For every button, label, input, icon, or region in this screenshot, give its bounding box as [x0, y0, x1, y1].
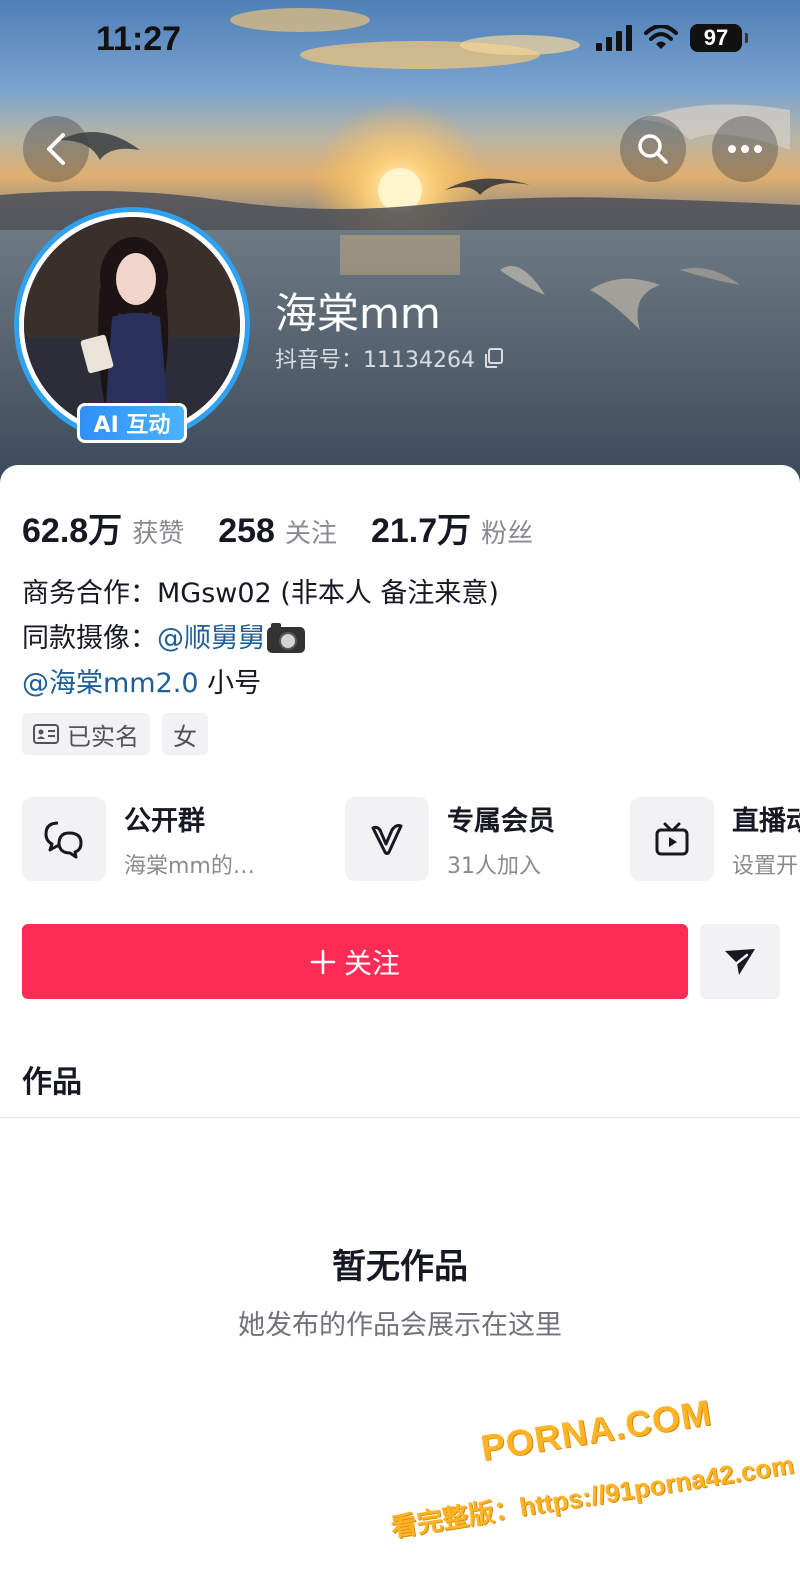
tv-icon: [630, 797, 714, 881]
following-count[interactable]: 258: [218, 512, 275, 551]
likes-count: 62.8万: [22, 512, 123, 550]
membership-subtitle: 31人加入: [447, 853, 541, 879]
followers-count[interactable]: 21.7万: [371, 503, 471, 552]
public-group-title: 公开群: [124, 805, 205, 837]
back-button[interactable]: [23, 116, 89, 182]
follow-button-label: 关注: [343, 946, 400, 980]
chat-bubbles-icon: [22, 797, 106, 881]
live-title: 直播动: [732, 805, 800, 837]
photographer-mention-link[interactable]: @顺舅舅: [157, 623, 265, 654]
more-dots-icon: [728, 145, 762, 153]
alt-account-suffix: 小号: [198, 668, 262, 699]
ai-interaction-badge[interactable]: AI 互动: [77, 403, 187, 443]
wifi-icon: [644, 25, 678, 49]
membership-title: 专属会员: [447, 805, 555, 837]
camera-icon: [267, 622, 305, 653]
followers-label[interactable]: 粉丝: [481, 513, 533, 550]
bio-line-photographer: 同款摄像：@顺舅舅: [22, 616, 499, 661]
verified-tag-label: 已实名: [67, 722, 139, 751]
plus-icon: [310, 949, 336, 974]
feature-entries: 公开群 海棠mm的… 专属会员 31人加入 直播动 设置开: [22, 797, 800, 883]
douyin-id-text: 抖音号：11134264: [275, 348, 475, 373]
bio-line-business: 商务合作：MGsw02 (非本人 备注来意): [22, 578, 499, 609]
send-arrow-icon: [725, 948, 755, 975]
chevron-left-icon: [47, 133, 65, 165]
likes-label: 获赞: [132, 519, 185, 549]
exclusive-membership-entry[interactable]: 专属会员 31人加入: [345, 797, 555, 881]
bio-photographer-prefix: 同款摄像：: [22, 623, 157, 654]
tab-works[interactable]: 作品: [22, 1057, 82, 1101]
empty-state-subtitle: 她发布的作品会展示在这里: [238, 1310, 562, 1341]
profile-banner: 11:27 97 AI 互动 海棠mm 抖音号：11134264: [0, 0, 800, 490]
bio-line-alt-account: @海棠mm2.0 小号: [22, 661, 499, 706]
live-entry[interactable]: 直播动 设置开: [630, 797, 800, 881]
douyin-id[interactable]: 抖音号：11134264: [275, 342, 505, 374]
profile-bio: 商务合作：MGsw02 (非本人 备注来意) 同款摄像：@顺舅舅 @海棠mm2.…: [22, 571, 499, 706]
message-button[interactable]: [700, 924, 780, 999]
v-badge-icon: [345, 797, 429, 881]
public-group-entry[interactable]: 公开群 海棠mm的…: [22, 797, 255, 881]
live-subtitle: 设置开: [732, 853, 799, 879]
cellular-signal-icon: [596, 25, 632, 51]
verified-tag[interactable]: 已实名: [22, 713, 150, 755]
empty-state-title: 暂无作品: [332, 1247, 468, 1287]
tab-divider: [0, 1117, 800, 1118]
search-icon: [638, 134, 668, 164]
public-group-subtitle: 海棠mm的…: [124, 853, 255, 879]
status-icons: 97: [596, 24, 748, 52]
copy-icon[interactable]: [483, 347, 505, 369]
battery-indicator: 97: [690, 24, 748, 52]
id-card-icon: [33, 724, 59, 744]
status-time: 11:27: [96, 20, 182, 58]
profile-stats: 62.8万 获赞 258 关注 21.7万 粉丝: [22, 503, 567, 552]
profile-nickname: 海棠mm: [275, 289, 441, 338]
more-button[interactable]: [712, 116, 778, 182]
avatar-image: [24, 217, 240, 433]
following-label[interactable]: 关注: [285, 513, 337, 550]
follow-button[interactable]: 关注: [22, 924, 688, 999]
search-button[interactable]: [620, 116, 686, 182]
gender-tag: 女: [162, 713, 208, 755]
gender-tag-label: 女: [173, 722, 197, 751]
alt-account-mention-link[interactable]: @海棠mm2.0: [22, 668, 199, 699]
profile-tags: 已实名 女: [22, 713, 208, 755]
